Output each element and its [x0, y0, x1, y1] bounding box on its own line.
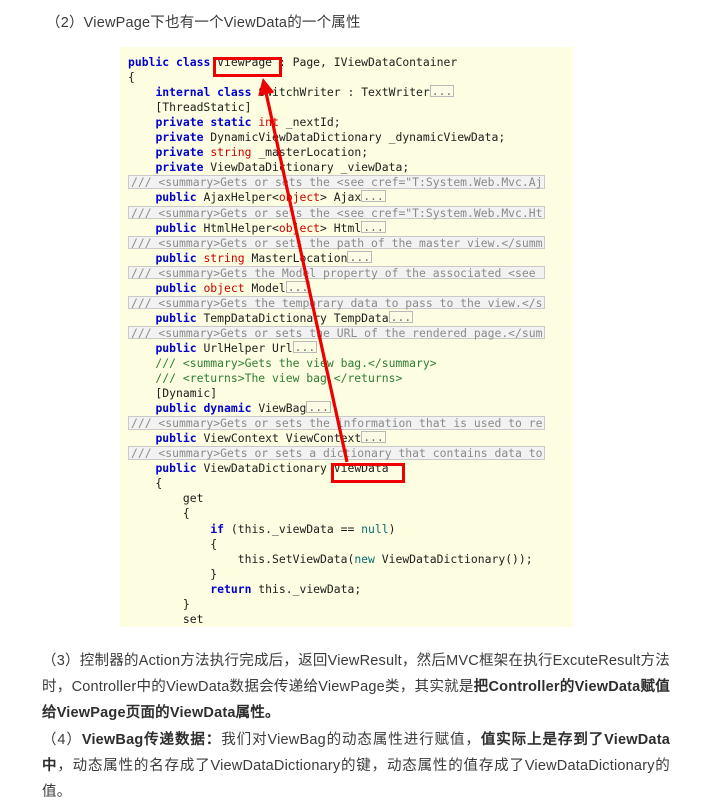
code-line-collapsed[interactable]: public ViewContext ViewContext... — [120, 431, 573, 446]
code-line: get — [182, 491, 204, 506]
code-line: public class ViewPage : Page, IViewDataC… — [128, 55, 458, 70]
code-line-summary[interactable]: /// <summary>Gets the temporary data to … — [120, 295, 573, 311]
code-line: } — [128, 566, 218, 581]
paragraph-emphasis: ViewBag传递数据： — [81, 732, 222, 748]
code-line-collapsed[interactable]: public dynamic ViewBag... — [120, 401, 573, 416]
code-line-collapsed[interactable]: public HtmlHelper<object> Html... — [120, 220, 573, 236]
code-line: } — [128, 596, 190, 611]
code-line-collapsed[interactable]: internal class SwitchWriter : TextWriter… — [120, 85, 573, 100]
code-line: private ViewDataDictionary _viewData; — [155, 160, 410, 175]
code-line: { — [128, 506, 190, 521]
code-block: public class ViewPage : Page, IViewDataC… — [120, 47, 573, 627]
code-line: return this._viewData; — [210, 581, 362, 596]
code-line-summary[interactable]: /// <summary>Gets or sets the path of th… — [120, 235, 573, 251]
code-line-summary[interactable]: /// <summary>Gets or sets the URL of the… — [120, 325, 573, 341]
code-line-comment: /// <summary>Gets the view bag.</summary… — [128, 355, 437, 370]
paragraph-3: （3）控制器的Action方法执行完成后，返回ViewResult，然后MVC框… — [42, 648, 670, 726]
code-line-collapsed[interactable]: public UrlHelper Url... — [120, 340, 573, 356]
code-line: if (this._viewData == null) — [210, 521, 396, 536]
code-line: this.SetViewData(new ViewDataDictionary(… — [128, 551, 533, 566]
code-line-summary[interactable]: /// <summary>Gets the Model property of … — [120, 265, 573, 281]
code-line-collapsed[interactable]: public string MasterLocation... — [120, 250, 573, 266]
code-line: private DynamicViewDataDictionary _dynam… — [155, 130, 506, 145]
code-line-collapsed[interactable]: public TempDataDictionary TempData... — [120, 310, 573, 326]
code-line-comment: /// <returns>The view bag.</returns> — [128, 371, 403, 386]
paragraph-4: （4）ViewBag传递数据：我们对ViewBag的动态属性进行赋值，值实际上是… — [42, 727, 670, 805]
code-line: private string _masterLocation; — [155, 145, 369, 160]
paragraph-text: ，动态属性的名存成了ViewDataDictionary的键，动态属性的值存成了… — [42, 758, 670, 800]
code-line: { — [128, 476, 163, 491]
paragraph-text: 我们对ViewBag的动态属性进行赋值， — [221, 732, 481, 748]
code-line-collapsed[interactable]: public object Model... — [120, 280, 573, 296]
paragraph-text: （4） — [42, 732, 82, 748]
code-line: { — [128, 70, 135, 85]
code-line-summary[interactable]: /// <summary>Gets or sets the <see cref=… — [120, 205, 573, 221]
code-line-summary[interactable]: /// <summary>Gets or sets the informatio… — [120, 416, 573, 431]
code-line-summary[interactable]: /// <summary>Gets or sets a dictionary t… — [120, 446, 573, 461]
code-line: private static int _nextId; — [155, 115, 341, 130]
code-lines: public class ViewPage : Page, IViewDataC… — [120, 47, 573, 627]
code-line: { — [128, 536, 218, 551]
code-line: [ThreadStatic] — [128, 100, 252, 115]
code-line-collapsed[interactable]: public AjaxHelper<object> Ajax... — [120, 190, 573, 205]
code-line: [Dynamic] — [128, 386, 218, 401]
code-line: set — [182, 611, 204, 626]
code-line-summary[interactable]: /// <summary>Gets or sets the <see cref=… — [120, 175, 573, 190]
section-heading-2: （2）ViewPage下也有一个ViewData的一个属性 — [46, 15, 361, 31]
code-line: public ViewDataDictionary ViewData — [155, 461, 389, 476]
